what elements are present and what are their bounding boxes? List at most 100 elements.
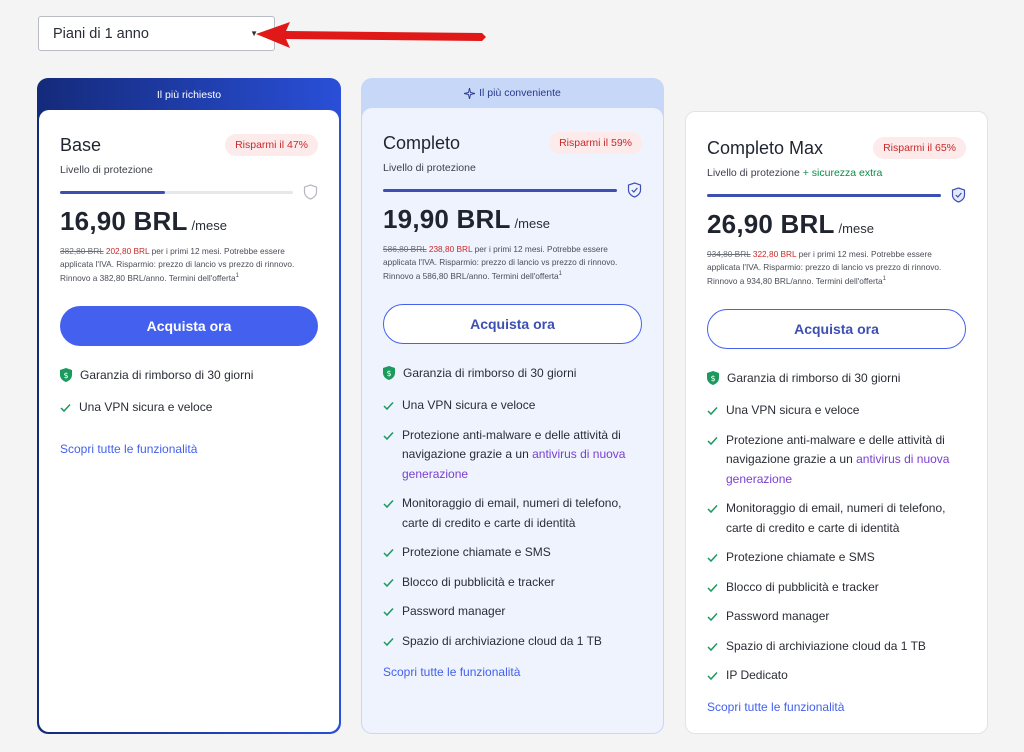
list-item: Blocco di pubblicità e tracker	[707, 578, 966, 598]
feature-text: Una VPN sicura e veloce	[402, 398, 536, 413]
feature-text: Monitoraggio di email, numeri di telefon…	[402, 496, 622, 530]
feature-list: Una VPN sicura e veloce Protezione anti-…	[707, 401, 966, 686]
plan-card-base: Il più richiesto Base Risparmi il 47% Li…	[37, 78, 341, 734]
list-item: Protezione anti-malware e delle attività…	[383, 426, 642, 485]
check-icon	[707, 672, 718, 681]
price: 16,90 BRL	[60, 206, 188, 236]
plan-card-complete-body: Completo Risparmi il 59% Livello di prot…	[362, 108, 663, 733]
protection-label-text: Livello di protezione	[707, 167, 800, 179]
see-all-features-link[interactable]: Scopri tutte le funzionalità	[383, 665, 520, 679]
promo-price: 202,80 BRL	[105, 246, 150, 256]
feature-text: Una VPN sicura e veloce	[726, 403, 860, 418]
promo-price: 322,80 BRL	[752, 249, 797, 259]
buy-now-button[interactable]: Acquista ora	[60, 306, 318, 347]
list-item: Protezione chiamate e SMS	[383, 543, 642, 563]
money-back-guarantee: $ Garanzia di rimborso di 30 giorni	[60, 368, 318, 383]
plan-duration-value: Piani di 1 anno	[53, 25, 149, 42]
check-icon	[383, 549, 394, 558]
buy-now-button[interactable]: Acquista ora	[707, 309, 966, 350]
check-icon	[60, 404, 71, 413]
banner-best-value: Il più conveniente	[361, 78, 664, 108]
plan-card-base-body: Base Risparmi il 47% Livello di protezio…	[39, 110, 339, 732]
list-item: Spazio di archiviazione cloud da 1 TB	[383, 632, 642, 652]
price: 26,90 BRL	[707, 209, 835, 239]
see-all-features-link[interactable]: Scopri tutte le funzionalità	[60, 442, 197, 456]
feature-list: Una VPN sicura e veloce Protezione anti-…	[383, 396, 642, 651]
list-item: IP Dedicato	[707, 666, 966, 686]
protection-label: Livello di protezione + sicurezza extra	[707, 167, 966, 179]
list-item: Spazio di archiviazione cloud da 1 TB	[707, 637, 966, 657]
old-price: 382,80 BRL	[60, 246, 104, 256]
fine-print: 586,80 BRL 238,80 BRL per i primi 12 mes…	[383, 244, 618, 281]
list-item: Blocco di pubblicità e tracker	[383, 573, 642, 593]
protection-meter	[707, 187, 966, 203]
savings-badge: Risparmi il 65%	[873, 137, 966, 159]
feature-text: Password manager	[402, 604, 506, 619]
protection-meter	[60, 184, 318, 200]
shield-check-icon	[951, 187, 966, 203]
list-item: Monitoraggio di email, numeri di telefon…	[383, 494, 642, 533]
feature-text: Protezione anti-malware e delle attività…	[402, 426, 642, 485]
feature-text: Protezione chiamate e SMS	[726, 550, 875, 565]
protection-fill	[383, 188, 617, 192]
list-item: Una VPN sicura e veloce	[707, 401, 966, 421]
list-item: Protezione chiamate e SMS	[707, 548, 966, 568]
feature-text: Protezione chiamate e SMS	[402, 545, 551, 560]
plan-duration-select[interactable]: Piani di 1 anno ▼	[38, 16, 275, 51]
money-back-guarantee: $ Garanzia di rimborso di 30 giorni	[707, 371, 966, 386]
feature-text: IP Dedicato	[726, 668, 788, 683]
list-item: Una VPN sicura e veloce	[60, 398, 318, 418]
shield-dollar-icon: $	[707, 371, 719, 386]
shield-dollar-icon: $	[60, 368, 72, 383]
price-period: /mese	[514, 216, 550, 231]
feature-text: Blocco di pubblicità e tracker	[726, 579, 879, 594]
check-icon	[383, 578, 394, 587]
old-price: 586,80 BRL	[383, 244, 427, 254]
feature-text: Spazio di archiviazione cloud da 1 TB	[402, 633, 602, 648]
sparkle-icon	[464, 87, 476, 99]
price-period: /mese	[191, 218, 227, 233]
guarantee-text: Garanzia di rimborso di 30 giorni	[80, 368, 254, 383]
feature-text: Password manager	[726, 609, 830, 624]
check-icon	[383, 500, 394, 509]
red-arrow-annotation	[256, 22, 486, 48]
plan-card-complete: Il più conveniente Completo Risparmi il …	[361, 78, 664, 734]
price: 19,90 BRL	[383, 204, 511, 234]
feature-text: Blocco di pubblicità e tracker	[402, 574, 555, 589]
price-period: /mese	[838, 221, 874, 236]
protection-fill	[60, 190, 165, 194]
shield-icon	[303, 184, 318, 200]
buy-now-button[interactable]: Acquista ora	[383, 304, 642, 345]
check-icon	[383, 431, 394, 440]
protection-meter	[383, 182, 642, 198]
see-all-features-link[interactable]: Scopri tutte le funzionalità	[707, 700, 844, 714]
svg-text:$: $	[63, 371, 68, 380]
plan-name: Completo	[383, 132, 461, 153]
svg-text:$: $	[386, 369, 391, 378]
check-icon	[707, 583, 718, 592]
banner-text: Il più conveniente	[479, 87, 561, 99]
svg-text:$: $	[710, 374, 715, 383]
feature-text: Monitoraggio di email, numeri di telefon…	[726, 501, 946, 535]
check-icon	[383, 637, 394, 646]
check-icon	[383, 402, 394, 411]
money-back-guarantee: $ Garanzia di rimborso di 30 giorni	[383, 366, 642, 381]
list-item: Password manager	[707, 607, 966, 627]
feature-text: Una VPN sicura e veloce	[79, 400, 213, 415]
check-icon	[707, 554, 718, 563]
savings-badge: Risparmi il 47%	[225, 134, 318, 156]
extra-security-text: + sicurezza extra	[799, 167, 883, 179]
list-item: Protezione anti-malware e delle attività…	[707, 431, 966, 490]
check-icon	[383, 608, 394, 617]
guarantee-text: Garanzia di rimborso di 30 giorni	[403, 366, 577, 381]
feature-text: Spazio di archiviazione cloud da 1 TB	[726, 638, 926, 653]
check-icon	[707, 642, 718, 651]
savings-badge: Risparmi il 59%	[549, 132, 642, 154]
protection-fill	[707, 193, 941, 197]
plan-name: Base	[60, 134, 102, 155]
feature-text: Protezione anti-malware e delle attività…	[726, 431, 966, 490]
shield-check-icon	[627, 182, 642, 198]
list-item: Monitoraggio di email, numeri di telefon…	[707, 499, 966, 538]
old-price: 934,80 BRL	[707, 249, 751, 259]
plan-name: Completo Max	[707, 137, 824, 158]
